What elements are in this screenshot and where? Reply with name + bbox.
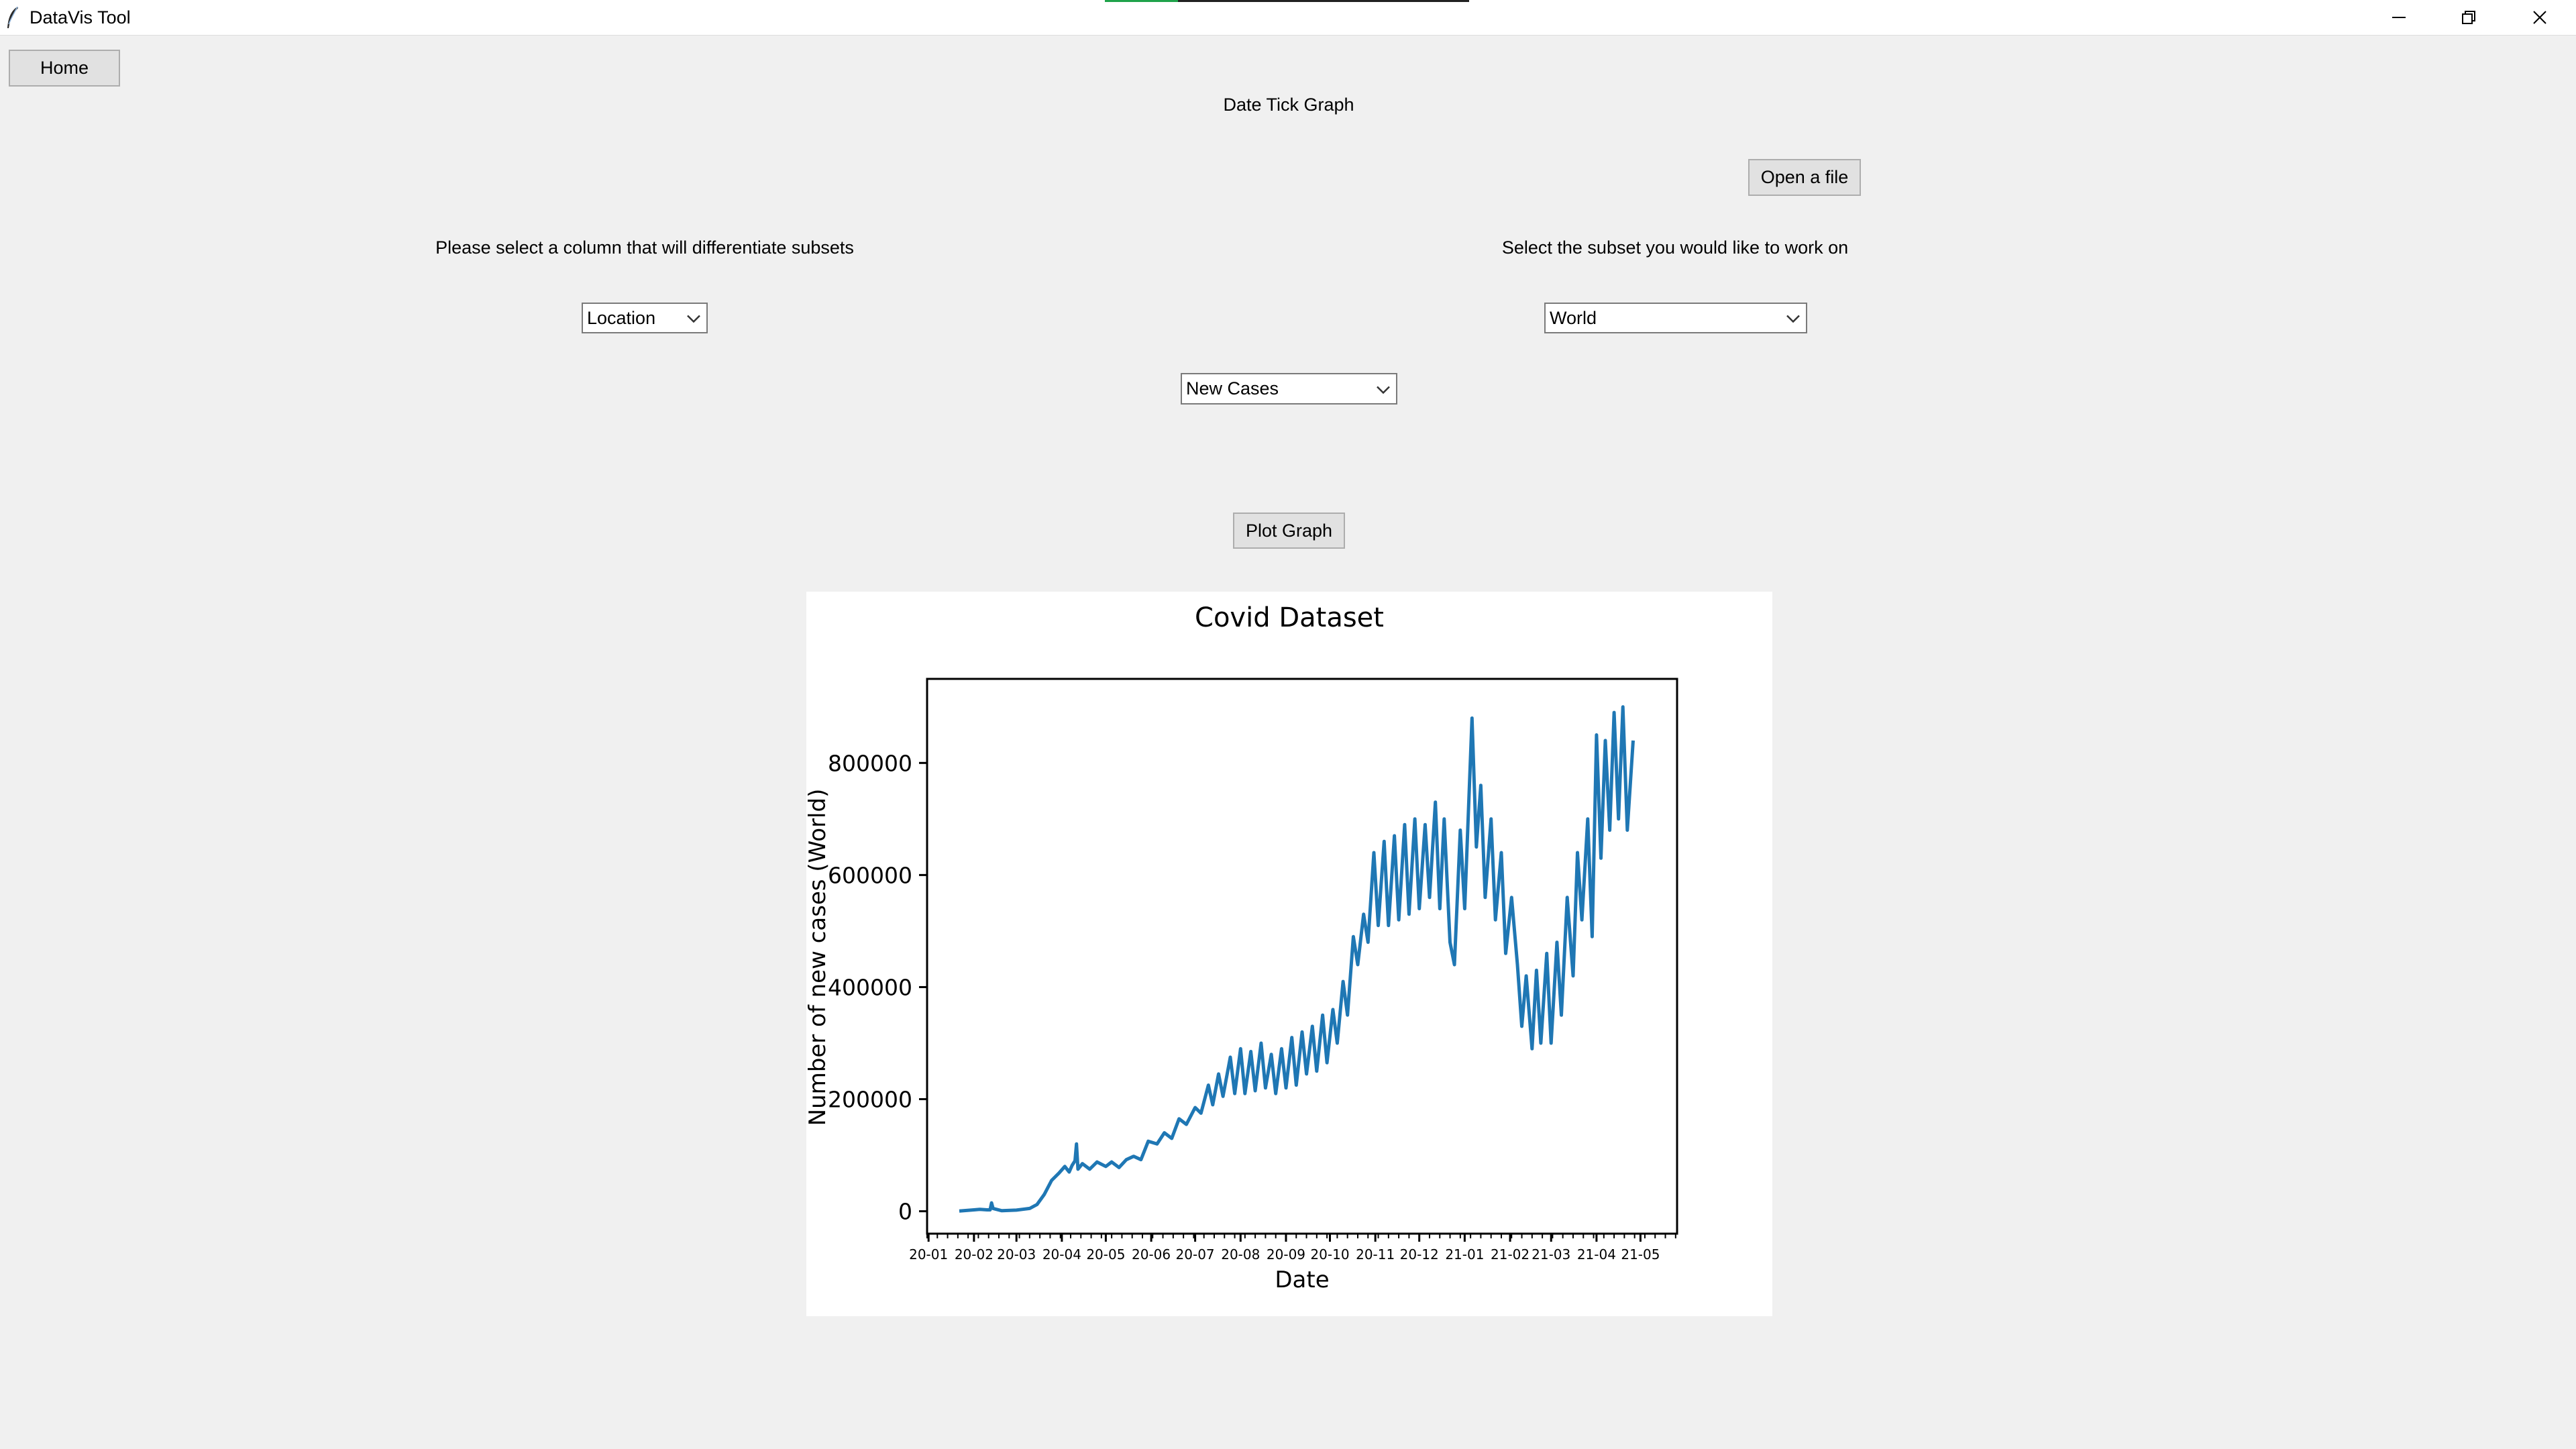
close-button[interactable] [2505,0,2575,35]
y-tick-label: 0 [898,1199,912,1225]
line-chart: Covid Dataset 0200000400000600000800000 … [804,602,1678,1293]
chevron-down-icon [686,308,701,329]
minimize-button[interactable] [2364,0,2434,35]
restore-icon [2461,9,2477,25]
metric-select[interactable]: New Cases [1181,373,1397,405]
x-tick-label: 20-11 [1356,1246,1395,1263]
home-button[interactable]: Home [9,50,120,87]
window-titlebar: DataVis Tool [0,0,2576,36]
x-tick-label: 20-08 [1221,1246,1260,1263]
subset-select-value: World [1550,307,1597,328]
column-select[interactable]: Location [582,303,708,333]
x-tick-label: 20-06 [1132,1246,1171,1263]
x-tick-label: 20-09 [1267,1246,1305,1263]
close-icon [2532,9,2548,25]
chevron-down-icon [1376,378,1391,399]
open-file-button[interactable]: Open a file [1748,159,1861,196]
x-tick-label: 21-03 [1532,1246,1570,1263]
x-axis: 20-01 20-02 20-03 20-04 20-05 20-06 20-07 20-08… [909,1234,1676,1263]
column-select-value: Location [587,307,656,328]
y-tick-label: 400000 [828,974,912,1000]
x-tick-label: 20-04 [1042,1246,1081,1263]
chart-title: Covid Dataset [1195,602,1384,633]
chevron-down-icon [1786,308,1801,329]
x-tick-label: 21-02 [1491,1246,1529,1263]
metric-select-value: New Cases [1186,378,1279,398]
y-tick-label: 200000 [828,1087,912,1113]
column-select-prompt: Please select a column that will differe… [435,237,854,258]
loading-progress-fill [1105,0,1178,2]
x-tick-label: 20-07 [1176,1246,1215,1263]
window-title: DataVis Tool [30,7,131,28]
subset-select-prompt: Select the subset you would like to work… [1501,237,1849,258]
x-tick-label: 21-01 [1445,1246,1484,1263]
x-tick-label: 20-01 [909,1246,948,1263]
x-tick-label: 20-02 [955,1246,994,1263]
minimize-icon [2391,9,2407,25]
feather-icon [5,5,20,30]
x-tick-label: 20-03 [997,1246,1036,1263]
x-tick-label: 21-04 [1577,1246,1616,1263]
x-tick-label: 20-05 [1086,1246,1125,1263]
page-title: Date Tick Graph [1223,95,1354,115]
restore-button[interactable] [2434,0,2504,35]
plot-graph-button[interactable]: Plot Graph [1233,513,1345,549]
x-tick-label: 21-05 [1621,1246,1660,1263]
x-axis-label: Date [1275,1267,1329,1293]
subset-select[interactable]: World [1544,303,1807,333]
y-tick-label: 800000 [828,750,912,776]
chart-panel: Covid Dataset 0 200000 400000 600000 800000 … [804,592,1772,1316]
y-tick-label: 600000 [828,862,912,888]
series-line [959,705,1635,1213]
loading-progress-bar [1105,0,1469,2]
x-tick-label: 20-10 [1310,1246,1349,1263]
y-axis-label: Number of new cases (World) [806,789,831,1126]
x-tick-label: 20-12 [1400,1246,1439,1263]
y-axis: 0 200000 400000 600000 800000 [828,750,927,1225]
